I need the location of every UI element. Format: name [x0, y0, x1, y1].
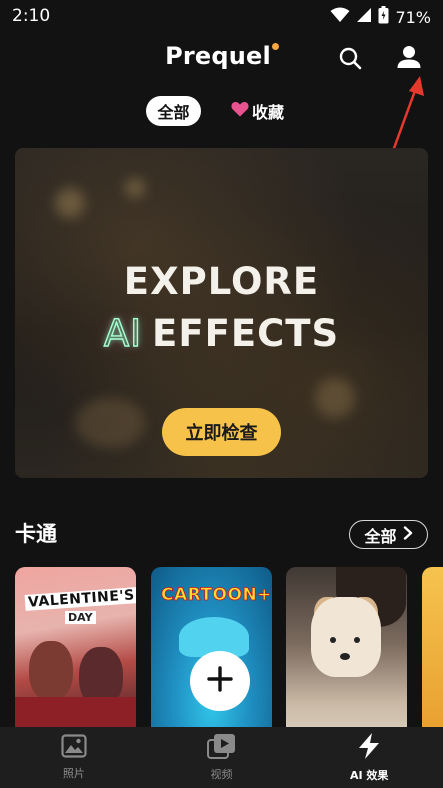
status-bar: 2:10 71% [0, 0, 443, 32]
card-caption: CARTOON+ [161, 585, 272, 606]
bokeh-light [75, 398, 145, 448]
chevron-right-icon [403, 525, 413, 544]
bottom-navigation: 照片 视频 AI 效果 [0, 727, 443, 788]
banner-headline-explore: EXPLORE [123, 260, 320, 303]
plus-icon [206, 665, 234, 697]
explore-ai-effects-banner[interactable]: EXPLORE AI EFFECTS 立即检查 [15, 148, 428, 478]
check-now-button[interactable]: 立即检查 [162, 408, 281, 456]
logo-dot [271, 43, 279, 50]
search-icon [338, 46, 362, 74]
signal-icon [356, 7, 372, 27]
tab-favorites[interactable]: 收藏 [231, 96, 284, 126]
section-title-cartoon: 卡通 [15, 522, 57, 546]
banner-headline-effects-text: EFFECTS [152, 312, 340, 355]
nav-ai-effects[interactable]: AI 效果 [295, 727, 443, 788]
dog-figure [311, 597, 381, 677]
profile-icon [396, 44, 422, 74]
dog-eye [330, 637, 336, 643]
video-icon [206, 733, 237, 762]
see-all-button[interactable]: 全部 [349, 520, 428, 549]
nav-ai-effects-label: AI 效果 [349, 769, 389, 782]
app-logo: Prequel [0, 42, 443, 70]
effect-card-partial[interactable] [422, 567, 443, 737]
wifi-icon [330, 7, 350, 27]
add-effect-button[interactable] [190, 651, 250, 711]
banner-headline-effects: AI EFFECTS [15, 311, 428, 355]
nav-videos[interactable]: 视频 [148, 727, 296, 788]
dog-eye [354, 637, 360, 643]
card-caption: VALENTINE'S [24, 587, 136, 611]
ai-mark: AI [103, 311, 143, 355]
nav-photos-label: 照片 [62, 767, 85, 780]
status-time: 2:10 [12, 6, 51, 26]
logo-text: Prequel [165, 42, 271, 70]
nav-photos[interactable]: 照片 [0, 727, 148, 788]
lightning-icon [356, 732, 382, 763]
effect-card-cartoon-plus[interactable]: CARTOON+ [151, 567, 272, 737]
bokeh-light [315, 378, 355, 418]
nav-videos-label: 视频 [210, 768, 233, 781]
search-button[interactable] [334, 44, 366, 76]
tab-favorites-label: 收藏 [252, 103, 285, 122]
tab-all[interactable]: 全部 [146, 96, 201, 126]
see-all-label: 全部 [364, 526, 397, 546]
card-caption-sub: DAY [65, 611, 96, 624]
portrait-figure [29, 641, 73, 701]
battery-icon [378, 6, 389, 28]
profile-button[interactable] [392, 42, 426, 76]
status-icons: 71% [330, 6, 431, 28]
heart-icon [231, 101, 249, 121]
bokeh-light [125, 178, 145, 198]
photo-icon [61, 734, 87, 761]
effect-card-dog[interactable] [286, 567, 407, 737]
effect-card-valentine[interactable]: VALENTINE'S DAY [15, 567, 136, 737]
dog-nose [340, 653, 350, 660]
bokeh-light [55, 188, 85, 218]
battery-percent: 71% [395, 7, 431, 27]
